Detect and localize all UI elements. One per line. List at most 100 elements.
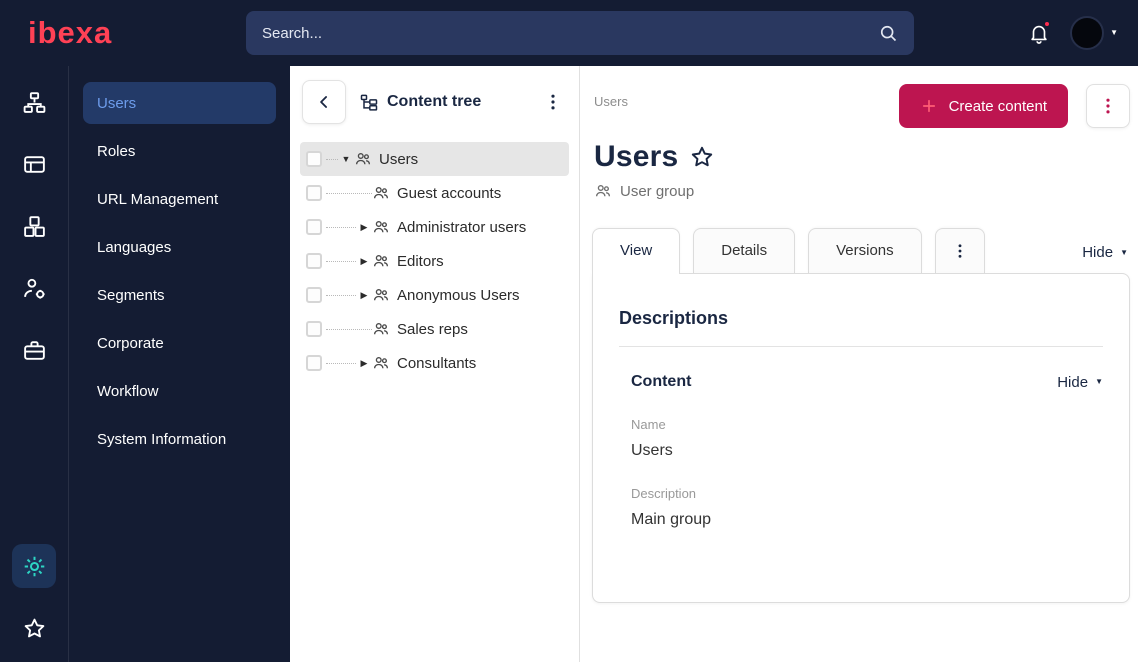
tabs: View Details Versions — [592, 228, 985, 274]
tree-connector — [326, 328, 372, 330]
sidebar-item-users[interactable]: Users — [83, 82, 276, 124]
breadcrumb[interactable]: Users — [594, 94, 628, 109]
admin-sidebar: Users Roles URL Management Languages Seg… — [69, 66, 290, 662]
divider — [619, 346, 1103, 347]
plus-icon — [920, 97, 938, 115]
caret-right-icon[interactable]: ▶ — [356, 358, 372, 369]
tabs-row: View Details Versions Hide ▼ — [592, 228, 1130, 274]
notifications-button[interactable] — [1028, 20, 1052, 44]
section-heading: Content — [631, 373, 692, 390]
rail-item-content[interactable] — [12, 142, 56, 186]
sidebar-item-languages[interactable]: Languages — [83, 226, 276, 268]
hide-section-toggle[interactable]: Hide ▼ — [1057, 374, 1103, 391]
sidebar-item-workflow[interactable]: Workflow — [83, 370, 276, 412]
field-value: Main group — [631, 511, 712, 528]
search-icon — [878, 23, 898, 43]
caret-down-icon[interactable]: ▼ — [338, 154, 354, 164]
sidebar-item-system-information[interactable]: System Information — [83, 418, 276, 460]
caret-right-icon[interactable]: ▶ — [356, 256, 372, 267]
tree-item-label: Anonymous Users — [397, 286, 520, 304]
user-permissions-icon — [22, 276, 47, 301]
sidebar-item-label: Users — [97, 94, 137, 112]
tab-versions[interactable]: Versions — [808, 228, 922, 273]
sidebar-item-url-management[interactable]: URL Management — [83, 178, 276, 220]
tree-item-consultants[interactable]: ▶ Consultants — [300, 346, 569, 380]
caret-down-icon: ▼ — [1095, 377, 1103, 386]
tree-item-label: Administrator users — [397, 218, 527, 236]
tree-item-checkbox[interactable] — [306, 253, 322, 269]
header-actions: Create content — [898, 84, 1130, 128]
tree-connector — [326, 362, 356, 364]
user-group-icon — [594, 182, 612, 200]
rail-item-bookmarks[interactable] — [12, 606, 56, 650]
main-content: Users Create content Users User group Vi… — [580, 66, 1138, 662]
content-icon — [22, 152, 47, 177]
rail-item-modules[interactable] — [12, 204, 56, 248]
sidebar-item-label: Segments — [97, 286, 165, 304]
chevron-left-icon — [314, 92, 334, 112]
tree-item-label: Guest accounts — [397, 184, 502, 202]
tree-item-anonymous-users[interactable]: ▶ Anonymous Users — [300, 278, 569, 312]
content-tree-header: Content tree — [290, 66, 579, 140]
tree-connector — [326, 260, 356, 262]
tree-item-editors[interactable]: ▶ Editors — [300, 244, 569, 278]
topbar: ibexa ▼ — [0, 0, 1138, 66]
tree-item-guest-accounts[interactable]: Guest accounts — [300, 176, 569, 210]
rail-item-settings[interactable] — [12, 544, 56, 588]
hide-tabs-toggle[interactable]: Hide ▼ — [1082, 244, 1130, 273]
toolbox-icon — [22, 338, 47, 363]
user-group-icon — [372, 354, 390, 372]
sidebar-item-label: Workflow — [97, 382, 159, 400]
bookmarks-star-icon — [22, 616, 47, 641]
sidebar-item-segments[interactable]: Segments — [83, 274, 276, 316]
tree-connector — [326, 294, 356, 296]
icon-rail — [0, 66, 69, 662]
global-search — [246, 11, 914, 55]
sitemap-icon — [22, 90, 47, 115]
field-name: Name Users — [619, 417, 1103, 460]
tree-item-checkbox[interactable] — [306, 287, 322, 303]
tree-item-users[interactable]: ▼ Users — [300, 142, 569, 176]
collapse-tree-button[interactable] — [302, 80, 346, 124]
search-input[interactable] — [262, 24, 878, 42]
tab-details[interactable]: Details — [693, 228, 796, 273]
tree-item-checkbox[interactable] — [306, 185, 322, 201]
tab-view[interactable]: View — [592, 228, 681, 274]
user-group-icon — [372, 218, 390, 236]
content-tree-title-label: Content tree — [387, 93, 482, 110]
caret-down-icon: ▼ — [1120, 247, 1128, 257]
create-content-button[interactable]: Create content — [898, 84, 1068, 128]
caret-right-icon[interactable]: ▶ — [356, 290, 372, 301]
user-group-icon — [372, 320, 390, 338]
tree-item-administrator-users[interactable]: ▶ Administrator users — [300, 210, 569, 244]
tab-label: Versions — [836, 242, 894, 259]
tree-options-button[interactable] — [543, 92, 563, 112]
card-heading: Descriptions — [619, 308, 729, 328]
rail-item-toolbox[interactable] — [12, 328, 56, 372]
more-actions-button[interactable] — [1086, 84, 1130, 128]
tree-item-sales-reps[interactable]: Sales reps — [300, 312, 569, 346]
tree-item-label: Sales reps — [397, 320, 468, 338]
caret-right-icon[interactable]: ▶ — [356, 222, 372, 233]
sidebar-item-roles[interactable]: Roles — [83, 130, 276, 172]
content-tree-title: Content tree — [359, 92, 481, 112]
user-group-icon — [372, 252, 390, 270]
hide-label: Hide — [1082, 244, 1114, 261]
tree-icon — [359, 92, 379, 112]
content-tree-list: ▼ Users Guest accounts ▶ Administrator u… — [290, 140, 579, 382]
tree-item-checkbox[interactable] — [306, 355, 322, 371]
tree-item-checkbox[interactable] — [306, 219, 322, 235]
bookmark-star-icon[interactable] — [689, 144, 715, 170]
rail-item-content-structure[interactable] — [12, 80, 56, 124]
ibexa-logo[interactable]: ibexa — [28, 15, 246, 51]
tree-item-checkbox[interactable] — [306, 321, 322, 337]
tab-more[interactable] — [934, 228, 985, 273]
sidebar-item-corporate[interactable]: Corporate — [83, 322, 276, 364]
hide-label: Hide — [1057, 373, 1089, 391]
content-type-row: User group — [592, 182, 1130, 200]
tree-item-checkbox[interactable] — [306, 151, 322, 167]
tree-item-label: Editors — [397, 252, 444, 270]
rail-item-permissions[interactable] — [12, 266, 56, 310]
user-menu[interactable]: ▼ — [1070, 16, 1118, 50]
main-header: Users Create content — [592, 84, 1130, 128]
